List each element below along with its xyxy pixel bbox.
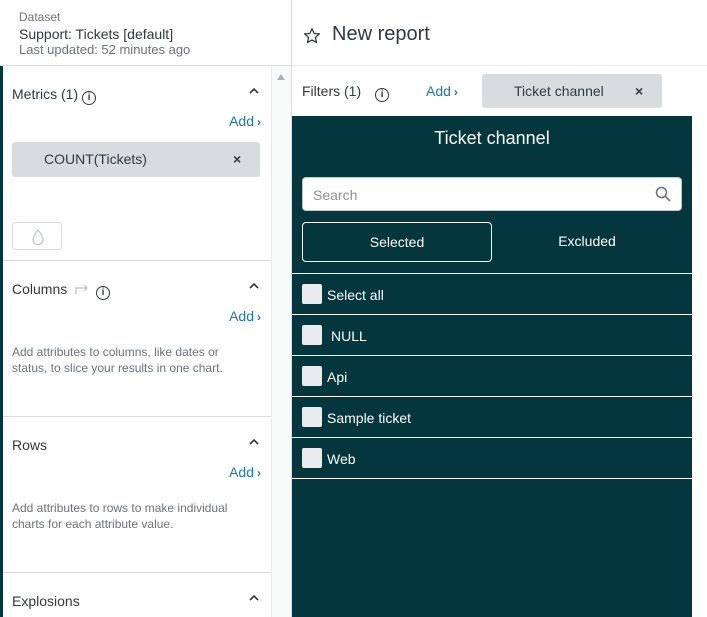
metrics-title: Metrics (1) i [12, 86, 97, 105]
chevron-right-icon: › [257, 466, 261, 480]
explosions-title: Explosions [12, 593, 80, 609]
close-icon[interactable]: × [635, 83, 643, 99]
sidebar-scrollbar[interactable] [271, 66, 291, 617]
option-api[interactable]: Api [292, 355, 692, 396]
chevron-right-icon: › [453, 85, 458, 99]
tab-excluded[interactable]: Excluded [492, 222, 682, 262]
checkbox[interactable] [302, 325, 322, 345]
search-input[interactable]: Search [302, 177, 682, 211]
sidebar-scroll-area: Metrics (1) i Add › COUNT(Tickets) × Colum… [3, 66, 271, 617]
chevron-up-icon[interactable] [249, 281, 259, 291]
scroll-up-arrow[interactable] [277, 74, 285, 80]
filter-panel-title: Ticket channel [434, 128, 550, 148]
option-select-all[interactable]: Select all [292, 273, 692, 314]
filter-chip-label: Ticket channel [514, 83, 604, 99]
chevron-up-icon[interactable] [249, 86, 259, 96]
metrics-title-text: Metrics (1) [12, 86, 79, 102]
columns-add-link[interactable]: Add › [229, 308, 261, 324]
left-panel: Dataset Support: Tickets [default] Last … [0, 0, 292, 617]
option-label: Web [327, 451, 356, 467]
dataset-name[interactable]: Support: Tickets [default] [19, 26, 173, 42]
chevron-up-icon[interactable] [249, 437, 259, 447]
columns-title: Columns i [12, 281, 111, 300]
filters-title-text: Filters (1) [302, 83, 362, 99]
option-sample-ticket[interactable]: Sample ticket [292, 396, 692, 437]
metric-pill-label: COUNT(Tickets) [44, 151, 147, 167]
columns-hint: Add attributes to columns, like dates or… [12, 345, 223, 375]
metrics-add-link[interactable]: Add › [229, 113, 261, 129]
explosions-section: Explosions [3, 573, 271, 617]
checkbox[interactable] [302, 407, 322, 427]
option-web[interactable]: Web [292, 437, 692, 478]
option-label: Select all [327, 287, 384, 303]
columns-section: Columns i Add › Add attributes to columns… [3, 261, 271, 417]
report-header: New report [292, 0, 707, 66]
star-icon[interactable] [303, 27, 321, 45]
chevron-up-icon[interactable] [249, 593, 259, 603]
tab-selected[interactable]: Selected [302, 222, 492, 262]
options-divider [292, 478, 692, 479]
filters-add-label: Add [426, 83, 451, 99]
metrics-add-label: Add [229, 113, 254, 129]
filters-bar: Filters (1) i Add › Ticket channel × [292, 66, 707, 116]
rows-section: Rows Add › Add attributes to rows to make… [3, 417, 271, 573]
option-label: Api [327, 369, 348, 385]
search-placeholder: Search [313, 187, 358, 203]
checkbox[interactable] [302, 366, 322, 386]
chevron-right-icon: › [257, 115, 261, 129]
filters-title: Filters (1) i [302, 83, 390, 102]
option-label: Sample ticket [327, 410, 412, 426]
columns-title-text: Columns [12, 281, 68, 297]
drop-icon [32, 229, 44, 245]
metric-color-button[interactable] [12, 222, 62, 250]
chevron-right-icon: › [257, 310, 261, 324]
metric-pill[interactable]: COUNT(Tickets) × [12, 142, 260, 177]
dataset-header: Dataset Support: Tickets [default] Last … [0, 0, 291, 66]
checkbox[interactable] [302, 284, 322, 304]
checkbox[interactable] [302, 448, 322, 468]
report-title[interactable]: New report [332, 23, 430, 46]
columns-add-label: Add [229, 308, 254, 324]
rows-title: Rows [12, 437, 48, 453]
info-icon[interactable]: i [375, 88, 390, 102]
info-icon[interactable]: i [96, 286, 111, 300]
info-icon[interactable]: i [82, 91, 97, 105]
search-icon [655, 186, 671, 202]
filters-add-link[interactable]: Add › [426, 83, 458, 99]
filter-chip[interactable]: Ticket channel × [482, 74, 662, 108]
dataset-updated: Last updated: 52 minutes ago [19, 42, 191, 57]
option-label: NULL [331, 328, 367, 344]
rows-add-link[interactable]: Add › [229, 464, 261, 480]
swap-icon[interactable] [74, 282, 90, 296]
close-icon[interactable]: × [233, 151, 241, 167]
option-null[interactable]: NULL [292, 314, 692, 355]
rows-add-label: Add [229, 464, 254, 480]
filter-panel: Ticket channel Search Selected Excluded … [292, 116, 692, 617]
metrics-section: Metrics (1) i Add › COUNT(Tickets) × [3, 66, 271, 261]
dataset-label: Dataset [19, 10, 61, 24]
rows-hint: Add attributes to rows to make individua… [12, 501, 228, 531]
